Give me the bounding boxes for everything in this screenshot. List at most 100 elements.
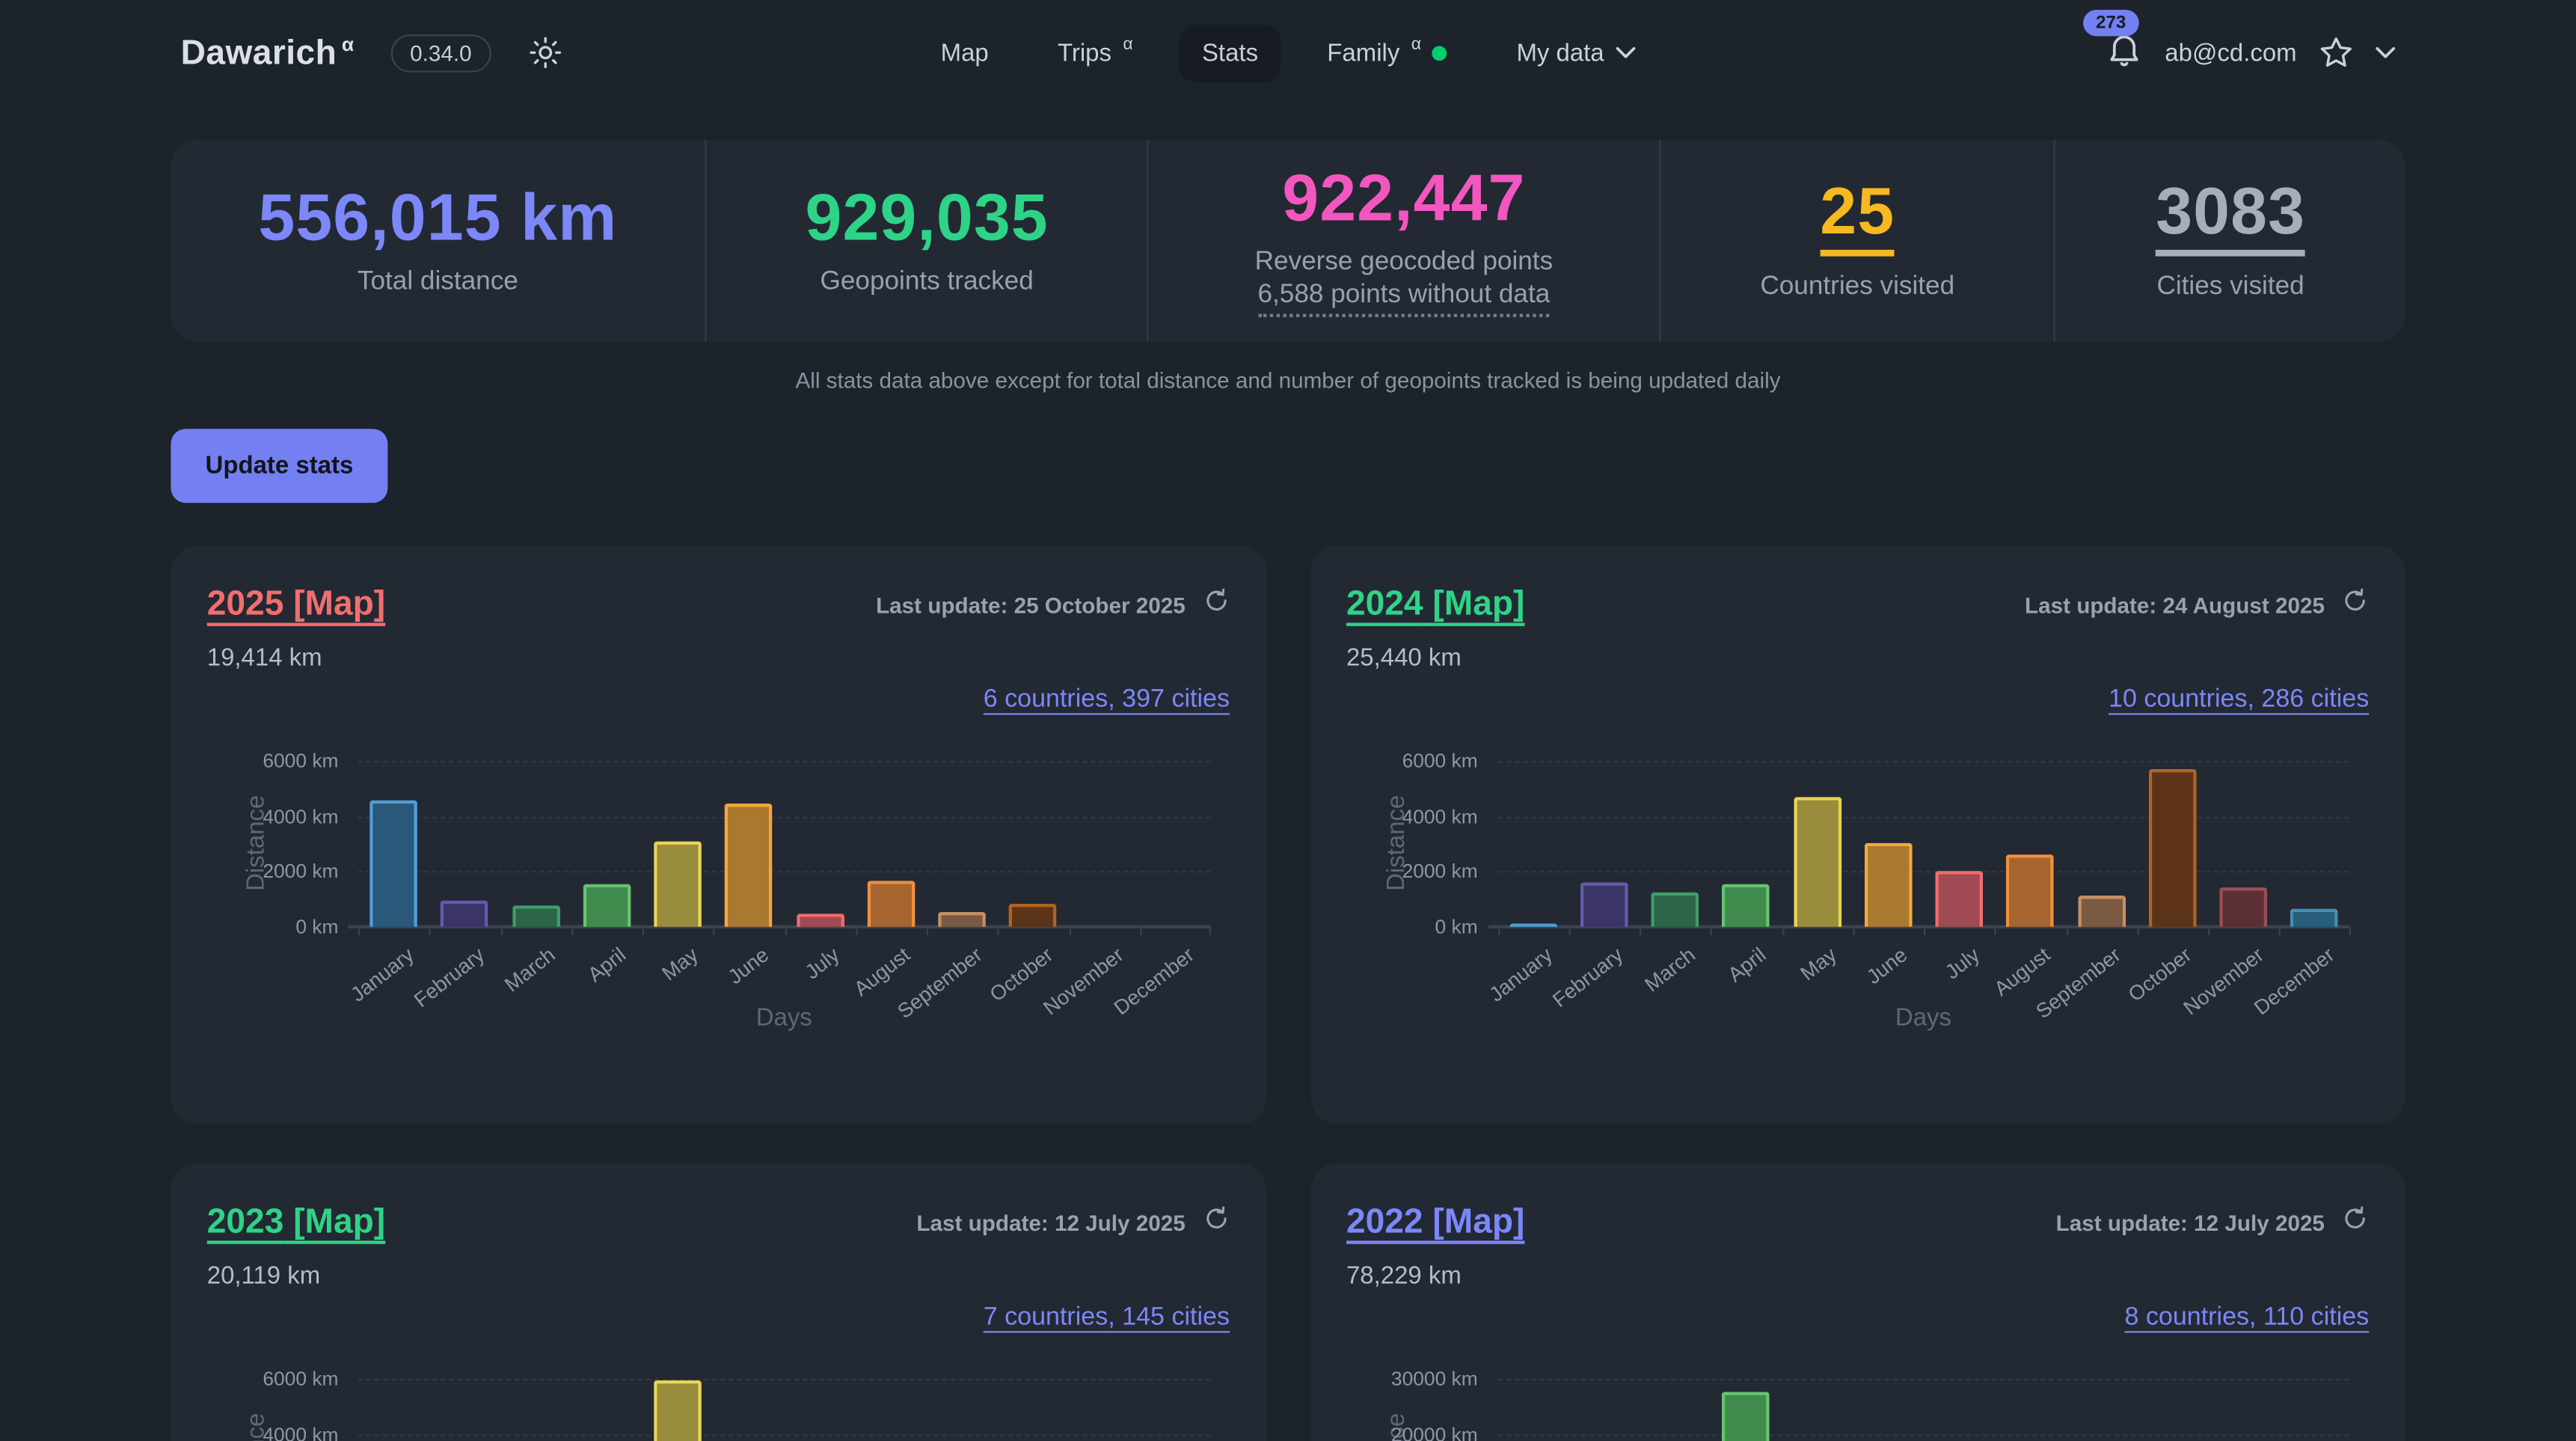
distance-bar-chart-2022: Distance 30000 km20000 km10000 km0 km Ja… (1346, 1349, 2369, 1441)
countries-cities-link[interactable]: 6 countries, 397 cities (984, 685, 1230, 713)
year-map-link-2024[interactable]: 2024 [Map] (1346, 585, 1524, 625)
year-map-link-2025[interactable]: 2025 [Map] (207, 585, 385, 625)
y-tick-label: 4000 km (1402, 804, 1478, 827)
month-label: March (500, 943, 559, 997)
reverse-geocoded-value: 922,447 (1282, 165, 1525, 231)
brand-logo[interactable]: Dawarichα (181, 32, 355, 73)
x-axis-label: Days (358, 1004, 1210, 1032)
nav-item-stats[interactable]: Stats (1179, 24, 1281, 82)
last-update: Last update: 12 July 2025 (916, 1205, 1230, 1240)
y-tick-label: 30000 km (1391, 1367, 1478, 1390)
y-axis-ticks: 6000 km4000 km2000 km0 km (207, 761, 339, 927)
gridline (358, 761, 1210, 762)
year-distance: 20,119 km (207, 1262, 1230, 1290)
account-chevron-down-icon[interactable] (2376, 46, 2395, 59)
chevron-down-icon (1616, 46, 1635, 59)
last-update: Last update: 25 October 2025 (876, 587, 1230, 622)
navbar-right: 273 ab@cd.com (2104, 0, 2395, 105)
last-update-text: Last update: 12 July 2025 (916, 1211, 1185, 1235)
axis-tick (1924, 927, 1925, 935)
month-label: April (1723, 943, 1770, 987)
last-update-text: Last update: 24 August 2025 (2025, 593, 2325, 617)
nav-item-map[interactable]: Map (918, 24, 1012, 82)
chart-plot-area: JanuaryFebruaryMarchAprilMayJuneJulyAugu… (358, 1379, 1210, 1441)
month-label: January (346, 943, 418, 1006)
nav-item-family[interactable]: Familyα (1304, 24, 1471, 82)
axis-tick (785, 927, 786, 935)
bar-may (654, 842, 702, 927)
bar-august (2007, 854, 2055, 927)
axis-tick (1711, 927, 1712, 935)
axis-tick (2066, 927, 2067, 935)
countries-visited-value[interactable]: 25 (1820, 179, 1895, 256)
axis-tick (571, 927, 573, 935)
distance-bar-chart-2025: Distance 6000 km4000 km2000 km0 km Janua… (207, 731, 1230, 1053)
stat-cities-visited: 3083 Cities visited (2055, 140, 2405, 342)
countries-cities-link[interactable]: 10 countries, 286 cities (2109, 685, 2369, 713)
theme-toggle-sun-icon[interactable] (527, 34, 563, 70)
year-card-2024: 2024 [Map] Last update: 24 August 2025 2… (1310, 545, 2405, 1124)
year-map-link-2022[interactable]: 2022 [Map] (1346, 1203, 1524, 1243)
month-label: August (1990, 943, 2054, 1001)
month-label: July (801, 943, 844, 984)
axis-tick (1497, 927, 1499, 935)
refresh-icon[interactable] (1202, 587, 1230, 622)
reverse-geocoded-label: Reverse geocoded points (1255, 248, 1554, 278)
cities-visited-label: Cities visited (2156, 273, 2304, 303)
stat-geopoints-tracked: 929,035 Geopoints tracked (705, 140, 1147, 342)
month-label: March (1640, 943, 1699, 997)
notification-count-badge: 273 (2082, 9, 2138, 35)
cities-visited-value[interactable]: 3083 (2156, 179, 2305, 256)
month-label: April (584, 943, 631, 987)
distance-bar-chart-2024: Distance 6000 km4000 km2000 km0 km Janua… (1346, 731, 2369, 1053)
countries-cities-link[interactable]: 7 countries, 145 cities (984, 1303, 1230, 1331)
axis-tick (1140, 927, 1141, 935)
refresh-icon[interactable] (1202, 1205, 1230, 1240)
year-distance: 25,440 km (1346, 644, 2369, 672)
bar-june (1865, 843, 1913, 927)
update-stats-button[interactable]: Update stats (171, 429, 387, 503)
month-label: January (1485, 943, 1557, 1006)
month-label: August (850, 943, 915, 1001)
year-card-2025: 2025 [Map] Last update: 25 October 2025 … (171, 545, 1266, 1124)
y-tick-label: 0 km (295, 915, 338, 938)
y-tick-label: 6000 km (263, 750, 338, 773)
bar-march (512, 905, 559, 927)
favorite-star-icon[interactable] (2318, 34, 2354, 70)
total-distance-label: Total distance (358, 267, 518, 297)
countries-cities-link[interactable]: 8 countries, 110 cities (2124, 1303, 2369, 1331)
axis-tick (429, 927, 431, 935)
notifications-bell-icon[interactable]: 273 (2104, 28, 2144, 76)
month-label: February (1549, 943, 1628, 1012)
nav-item-my-data[interactable]: My data (1494, 24, 1658, 82)
main-nav: Map Tripsα Stats Familyα My data (918, 0, 1658, 105)
nav-item-trips[interactable]: Tripsα (1034, 24, 1156, 82)
refresh-icon[interactable] (2341, 1205, 2369, 1240)
month-label: May (657, 943, 702, 985)
bar-august (867, 881, 915, 927)
bar-january (369, 801, 417, 927)
bar-july (796, 914, 844, 927)
distance-bar-chart-2023: Distance 6000 km4000 km2000 km0 km Janua… (207, 1349, 1230, 1441)
chart-plot-area: JanuaryFebruaryMarchAprilMayJuneJulyAugu… (1497, 1379, 2349, 1441)
points-without-data-link[interactable]: 6,588 points without data (1258, 280, 1551, 316)
account-email[interactable]: ab@cd.com (2165, 39, 2296, 67)
refresh-icon[interactable] (2341, 587, 2369, 622)
year-distance: 19,414 km (207, 644, 1230, 672)
y-tick-label: 4000 km (263, 1422, 338, 1441)
bar-july (1936, 871, 1984, 927)
year-map-link-2023[interactable]: 2023 [Map] (207, 1203, 385, 1243)
gridline (358, 1379, 1210, 1380)
bar-september (2078, 896, 2126, 927)
navbar: Dawarichα 0.34.0 Map Tripsα Stats Family… (0, 0, 2576, 105)
axis-tick (1568, 927, 1570, 935)
bar-october (1009, 904, 1057, 927)
chart-plot-area: JanuaryFebruaryMarchAprilMayJuneJulyAugu… (1497, 761, 2349, 927)
bar-april (583, 884, 631, 927)
y-axis-ticks: 6000 km4000 km2000 km0 km (207, 1379, 339, 1441)
bar-april (1723, 1392, 1770, 1441)
month-label: June (724, 943, 773, 989)
daily-update-note: All stats data above except for total di… (0, 368, 2576, 393)
gridline (358, 872, 1210, 873)
geopoints-label: Geopoints tracked (821, 267, 1034, 297)
